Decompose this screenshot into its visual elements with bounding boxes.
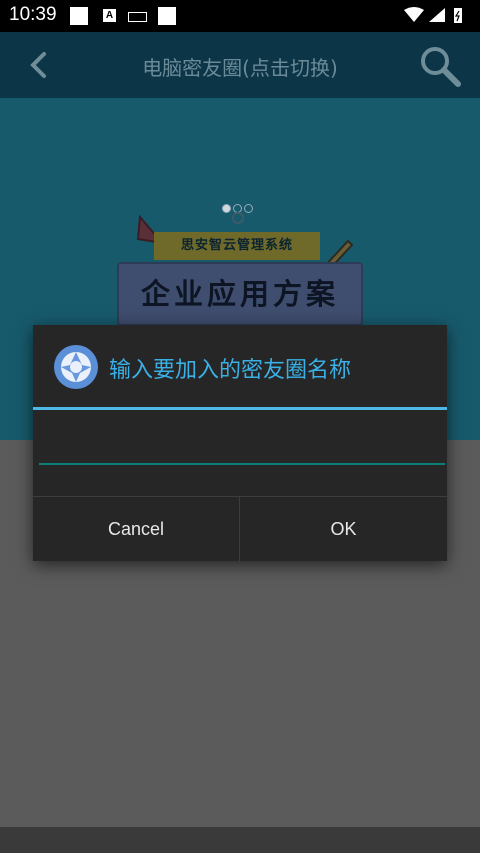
hanging-pin-icon — [232, 212, 244, 224]
square-icon — [158, 7, 176, 25]
a-icon: A — [103, 9, 116, 22]
app-bar: 电脑密友圈(点击切换) — [0, 32, 480, 98]
keyboard-icon — [128, 12, 147, 22]
join-circle-dialog: 输入要加入的密友圈名称 Cancel OK — [33, 325, 447, 562]
signal-icon — [429, 8, 445, 22]
status-bar: 10:39 A — [0, 0, 480, 32]
square-icon — [70, 7, 88, 25]
circle-name-input[interactable] — [39, 417, 445, 465]
aperture-icon — [54, 345, 98, 389]
wifi-icon — [404, 7, 424, 22]
navigation-bar — [0, 827, 480, 853]
cancel-button[interactable]: Cancel — [33, 497, 240, 562]
page-title[interactable]: 电脑密友圈(点击切换) — [0, 52, 480, 81]
search-icon[interactable] — [418, 44, 462, 88]
banner-subtitle: 思安智云管理系统 — [154, 232, 320, 260]
status-time: 10:39 — [9, 4, 57, 25]
dialog-title: 输入要加入的密友圈名称 — [109, 358, 352, 383]
banner-main-text: 企业应用方案 — [117, 262, 363, 326]
dialog-button-row: Cancel OK — [33, 496, 447, 562]
dialog-title-divider — [33, 407, 447, 410]
status-right-icons — [404, 7, 462, 23]
ok-button[interactable]: OK — [240, 497, 447, 562]
